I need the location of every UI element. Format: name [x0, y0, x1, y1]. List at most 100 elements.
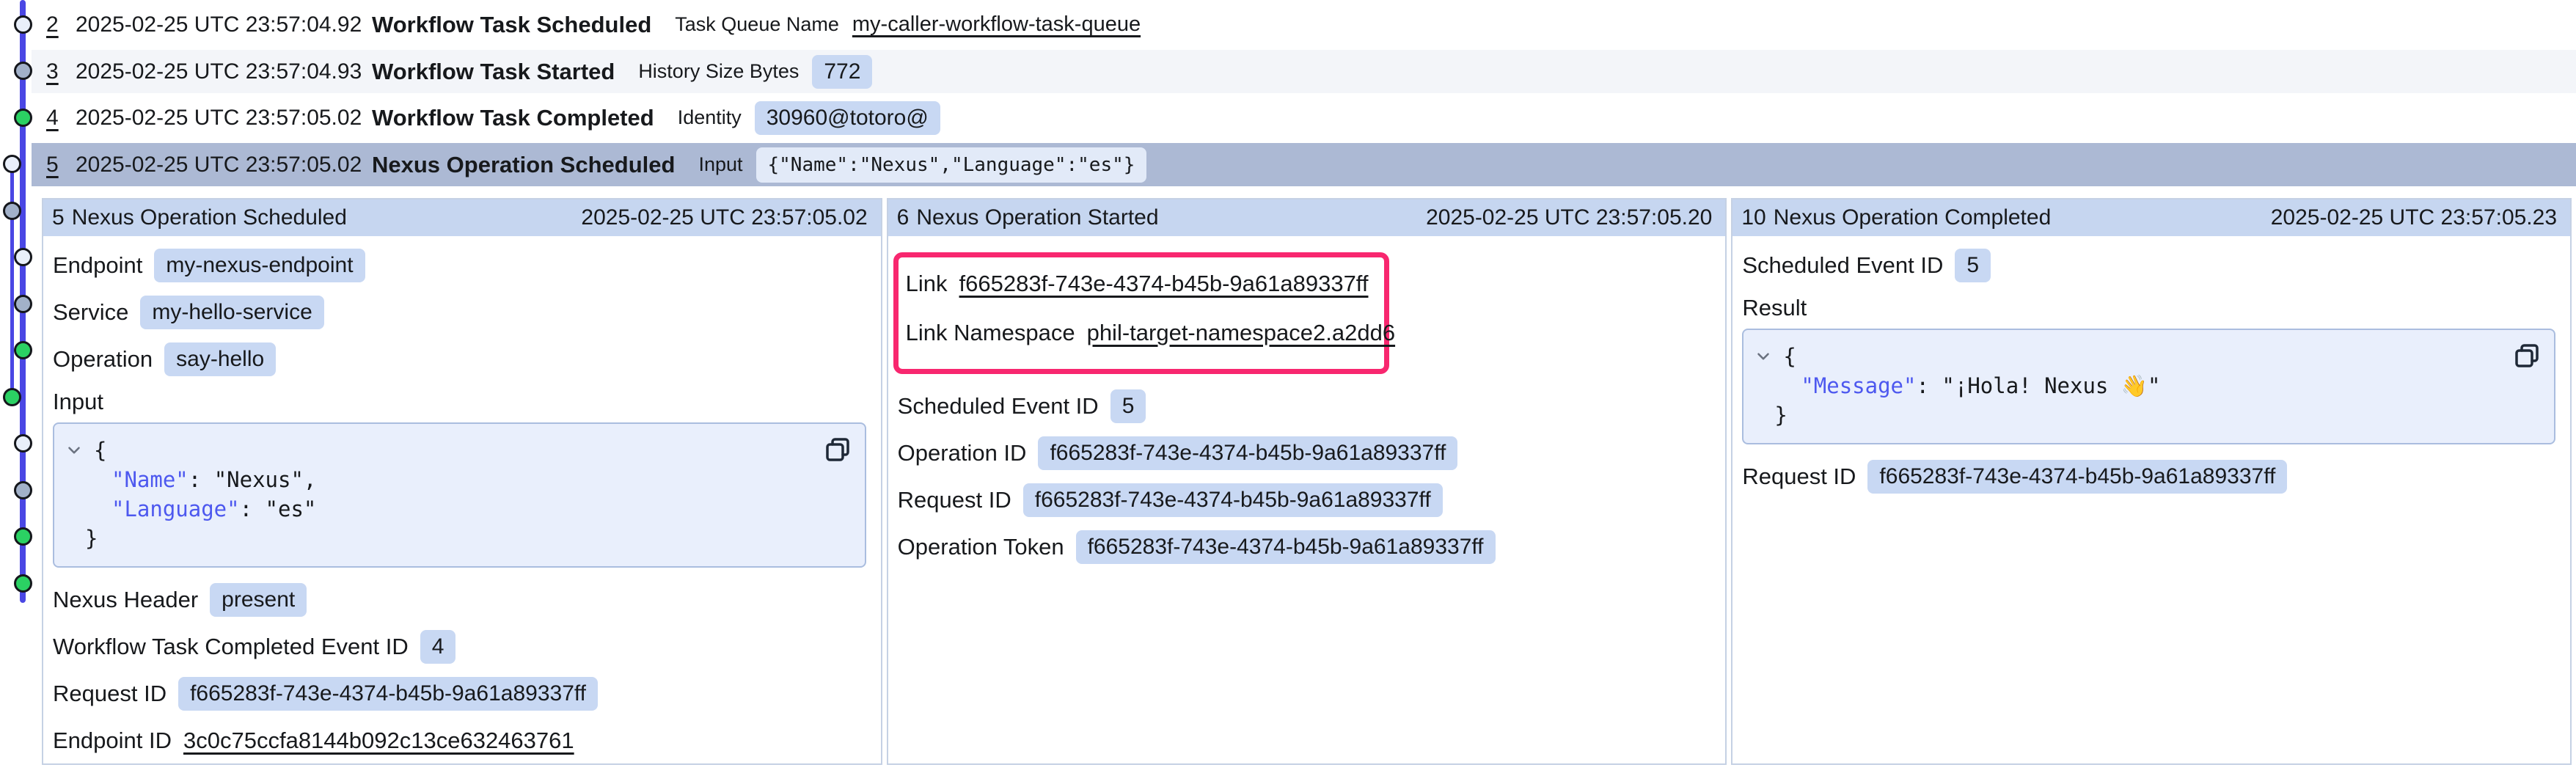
field-label: Service [53, 299, 128, 326]
event-id-link[interactable]: 3 [46, 59, 59, 84]
field-label: Operation ID [898, 440, 1027, 466]
timeline-dot-completed [14, 109, 32, 127]
field-link: Link f665283f-743e-4374-b45b-9a61a89337f… [906, 266, 1377, 301]
panel-event-id: 6 [897, 205, 910, 230]
event-name: Workflow Task Completed [372, 105, 654, 131]
field-service: Service my-hello-service [53, 295, 868, 329]
field-value-badge: f665283f-743e-4374-b45b-9a61a89337ff [178, 677, 598, 711]
event-id-link[interactable]: 5 [46, 153, 59, 177]
field-label: Link [906, 271, 948, 297]
field-endpoint-id: Endpoint ID 3c0c75ccfa8144b092c13ce63246… [53, 723, 868, 758]
timeline-branch-line [10, 163, 14, 400]
timeline-dot-started [14, 295, 32, 313]
field-scheduled-event-id: Scheduled Event ID 5 [1742, 248, 2557, 282]
json-close-line: } [65, 524, 850, 553]
attr-value-badge: 30960@totoro@ [755, 101, 940, 135]
copy-icon[interactable] [822, 434, 853, 465]
attr-value-json-badge: {"Name":"Nexus","Language":"es"} [756, 147, 1147, 183]
copy-icon[interactable] [2511, 340, 2542, 371]
panel-event-name: Nexus Operation Scheduled [72, 205, 347, 230]
json-kv-line: "Language": "es" [65, 494, 850, 524]
collapse-chevron-icon[interactable] [1754, 347, 1773, 366]
input-block-label: Input [53, 389, 868, 415]
panel-nexus-operation-started: 6Nexus Operation Started 2025-02-25 UTC … [887, 198, 1727, 765]
json-sep: : [1916, 371, 1942, 400]
json-value: "es" [266, 494, 317, 524]
highlight-annotation-box: Link f665283f-743e-4374-b45b-9a61a89337f… [893, 252, 1389, 374]
link-value-link[interactable]: f665283f-743e-4374-b45b-9a61a89337ff [959, 271, 1369, 297]
event-timestamp: 2025-02-25 UTC 23:57:04.92 [76, 12, 372, 37]
field-request-id: Request ID f665283f-743e-4374-b45b-9a61a… [898, 483, 1713, 517]
field-value-badge: my-hello-service [140, 296, 323, 329]
endpoint-id-link[interactable]: 3c0c75ccfa8144b092c13ce632463761 [183, 728, 574, 754]
field-label: Request ID [898, 487, 1011, 513]
history-row-2[interactable]: 2 2025-02-25 UTC 23:57:04.92 Workflow Ta… [32, 3, 2576, 46]
field-value-badge: present [210, 583, 307, 617]
field-label: Endpoint [53, 252, 142, 279]
field-label: Endpoint ID [53, 728, 172, 754]
attr-value-badge: 772 [812, 55, 872, 89]
event-name: Workflow Task Scheduled [372, 12, 651, 38]
timeline-dot-scheduled [3, 155, 21, 173]
event-timestamp: 2025-02-25 UTC 23:57:04.93 [76, 59, 372, 84]
panel-nexus-operation-scheduled: 5Nexus Operation Scheduled 2025-02-25 UT… [42, 198, 882, 765]
field-value-badge: 4 [420, 630, 456, 664]
json-open-line: { [65, 436, 850, 465]
field-label: Workflow Task Completed Event ID [53, 634, 409, 660]
input-json-viewer: { "Name": "Nexus", "Language": "es" } [53, 422, 866, 568]
panel-event-id: 10 [1741, 205, 1765, 230]
field-label: Request ID [1742, 464, 1856, 490]
timeline-dot-completed [14, 574, 32, 593]
json-open-line: { [1754, 342, 2539, 371]
field-request-id: Request ID f665283f-743e-4374-b45b-9a61a… [1742, 459, 2557, 494]
field-scheduled-event-id: Scheduled Event ID 5 [898, 389, 1713, 423]
field-value-badge: f665283f-743e-4374-b45b-9a61a89337ff [1867, 460, 2287, 494]
event-timestamp: 2025-02-25 UTC 23:57:05.02 [76, 106, 372, 131]
json-open-brace: { [94, 436, 106, 465]
history-row-5-selected[interactable]: 5 2025-02-25 UTC 23:57:05.02 Nexus Opera… [32, 143, 2576, 186]
event-id: 2 [46, 12, 76, 37]
json-close-line: } [1754, 400, 2539, 430]
timeline-dot-completed [14, 527, 32, 546]
event-attr-label: Identity [678, 106, 742, 129]
timeline [0, 0, 42, 773]
json-value: "Nexus", [214, 465, 317, 494]
event-id: 4 [46, 106, 76, 131]
timeline-dot-started [14, 481, 32, 499]
json-kv-line: "Name": "Nexus", [65, 465, 850, 494]
field-label: Scheduled Event ID [1742, 252, 1943, 279]
panel-timestamp: 2025-02-25 UTC 23:57:05.23 [2271, 205, 2557, 230]
event-id-link[interactable]: 2 [46, 12, 59, 37]
field-label: Nexus Header [53, 587, 198, 613]
panel-header: 6Nexus Operation Started 2025-02-25 UTC … [888, 199, 1726, 236]
event-id-link[interactable]: 4 [46, 106, 59, 130]
timeline-dot-started [14, 62, 32, 80]
panel-body: Scheduled Event ID 5 Result { "Message":… [1732, 236, 2570, 763]
collapse-chevron-icon[interactable] [65, 441, 84, 460]
panel-nexus-operation-completed: 10Nexus Operation Completed 2025-02-25 U… [1731, 198, 2572, 765]
json-key: "Name" [111, 465, 189, 494]
field-label: Link Namespace [906, 320, 1075, 346]
timeline-dot-scheduled [14, 15, 32, 34]
panel-header: 5Nexus Operation Scheduled 2025-02-25 UT… [43, 199, 881, 236]
panel-title: 5Nexus Operation Scheduled [52, 205, 354, 230]
json-kv-line: "Message": "¡Hola! Nexus 👋" [1754, 371, 2539, 400]
panel-body: Link f665283f-743e-4374-b45b-9a61a89337f… [888, 236, 1726, 763]
field-value-badge: my-nexus-endpoint [154, 249, 365, 282]
event-name: Workflow Task Started [372, 59, 615, 85]
task-queue-link[interactable]: my-caller-workflow-task-queue [852, 12, 1141, 37]
event-attr-label: Input [698, 153, 742, 176]
history-row-4[interactable]: 4 2025-02-25 UTC 23:57:05.02 Workflow Ta… [32, 96, 2576, 139]
field-value-badge: say-hello [164, 342, 276, 376]
panel-title: 6Nexus Operation Started [897, 205, 1166, 230]
field-value-badge: 5 [1955, 249, 1991, 282]
field-value-badge: 5 [1110, 389, 1146, 423]
panel-header: 10Nexus Operation Completed 2025-02-25 U… [1732, 199, 2570, 236]
event-attr-label: History Size Bytes [638, 60, 799, 83]
field-value-badge: f665283f-743e-4374-b45b-9a61a89337ff [1038, 436, 1457, 470]
history-row-3[interactable]: 3 2025-02-25 UTC 23:57:04.93 Workflow Ta… [32, 50, 2576, 93]
link-namespace-link[interactable]: phil-target-namespace2.a2dd6 [1087, 320, 1396, 346]
field-wtc-event-id: Workflow Task Completed Event ID 4 [53, 629, 868, 664]
json-sep: : [189, 465, 214, 494]
field-value-badge: f665283f-743e-4374-b45b-9a61a89337ff [1076, 530, 1496, 564]
